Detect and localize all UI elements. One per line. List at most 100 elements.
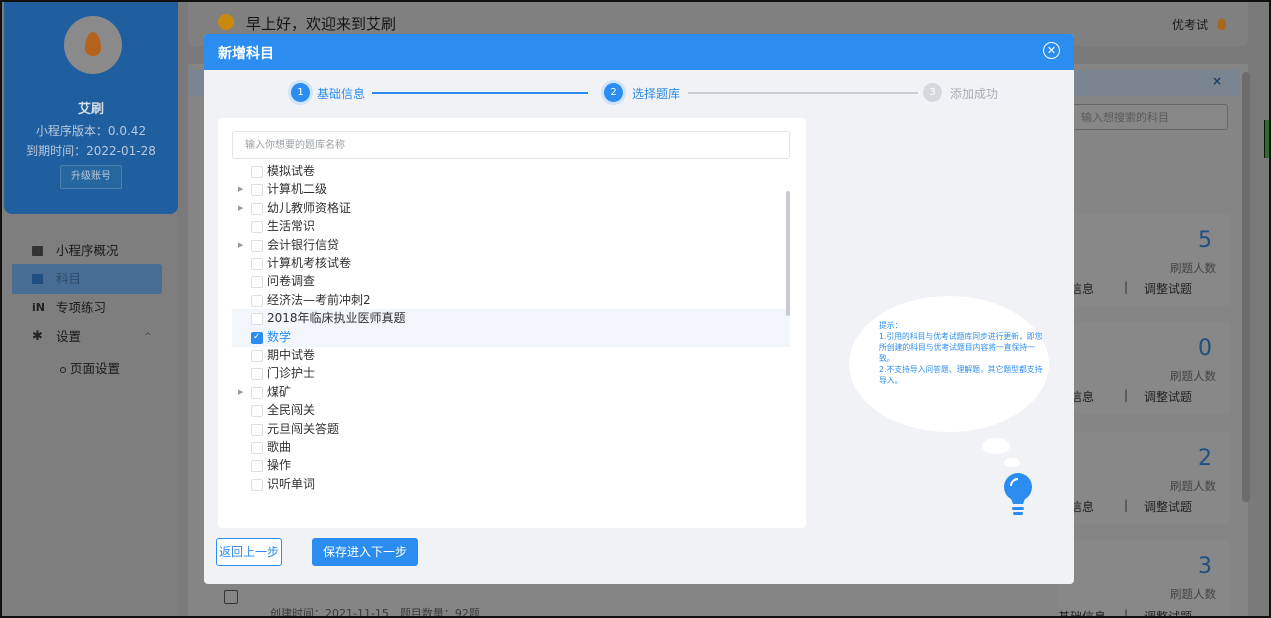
tree-node-checkbox[interactable] xyxy=(251,166,263,178)
monitor-icon xyxy=(32,246,43,256)
sidebar-item-label: 科目 xyxy=(56,271,82,286)
sidebar-item-overview[interactable]: 小程序概况 xyxy=(2,236,176,266)
bank-search-input[interactable]: 输入你想要的题库名称 xyxy=(232,131,790,159)
tree-node-label: 问卷调查 xyxy=(267,274,316,289)
subject-card: 0 刷题人数 础信息 | 调整试题 xyxy=(1058,322,1230,414)
tree-node[interactable]: 识听单词 xyxy=(232,475,790,494)
tree-node-checkbox[interactable] xyxy=(251,405,263,418)
tip-line: 提示： xyxy=(879,321,903,330)
close-icon[interactable]: × xyxy=(1212,74,1222,88)
tree-node[interactable]: 全民闯关 xyxy=(232,401,790,420)
tree-node-checkbox[interactable] xyxy=(251,478,263,491)
tree-node[interactable]: 生活常识 xyxy=(232,217,790,236)
tree-node-checkbox[interactable] xyxy=(251,313,263,326)
sidebar-item-settings[interactable]: ✱ 设置 ^ xyxy=(2,322,176,352)
app-version: 小程序版本：0.0.42 xyxy=(35,124,147,138)
step-3-label: 添加成功 xyxy=(950,87,999,101)
tree-node-checkbox[interactable] xyxy=(251,276,263,289)
tree-node-checkbox[interactable] xyxy=(251,202,263,215)
subject-search-input[interactable]: 输入想搜索的科目 xyxy=(1058,104,1228,130)
tree-node-checkbox[interactable] xyxy=(251,258,263,270)
learner-count-caption: 刷题人数 xyxy=(1170,587,1216,601)
save-next-button[interactable]: 保存进入下一步 xyxy=(312,538,418,566)
adjust-questions-link[interactable]: 调整试题 xyxy=(1144,498,1192,515)
learner-count: 2 xyxy=(1198,446,1212,471)
tree-node-checkbox[interactable] xyxy=(251,294,263,307)
tree-node-checkbox[interactable] xyxy=(251,350,263,362)
tree-node[interactable]: 模拟试卷 xyxy=(232,162,790,181)
tree-node-checkbox[interactable] xyxy=(251,386,263,399)
list-icon xyxy=(32,274,43,284)
sidebar-item-label: 小程序概况 xyxy=(56,243,119,258)
tree-node-checkbox[interactable] xyxy=(251,328,263,347)
tree-node-label: 数学 xyxy=(267,329,292,344)
tree-node[interactable]: ▶ 计算机二级 xyxy=(232,180,790,199)
adjust-questions-link[interactable]: 调整试题 xyxy=(1144,388,1192,405)
chart-bars-icon: iN xyxy=(32,301,45,314)
tree-node-checkbox[interactable] xyxy=(251,239,263,252)
adjust-questions-link[interactable]: 调整试题 xyxy=(1144,280,1192,297)
tree-node[interactable]: 期中试卷 xyxy=(232,346,790,365)
logo-leaf-icon xyxy=(85,32,101,56)
upgrade-account-button[interactable]: 升级账号 xyxy=(60,165,122,189)
subject-card: 5 刷题人数 础信息 | 调整试题 xyxy=(1058,214,1230,306)
step-2-indicator: 2 xyxy=(604,83,623,102)
tree-node[interactable]: 操作 xyxy=(232,456,790,475)
subject-card: 2 刷题人数 础信息 | 调整试题 xyxy=(1058,432,1230,524)
tree-node-checkbox[interactable] xyxy=(251,460,263,473)
step-3-indicator: 3 xyxy=(923,83,942,102)
tip-line: 2.不支持导入问答题、理解题，其它题型都支持导入。 xyxy=(879,365,1043,385)
sidebar-item-subject[interactable]: 科目 xyxy=(12,264,162,294)
tree-node-label: 门诊护士 xyxy=(267,366,316,381)
separator: | xyxy=(1124,388,1129,402)
tree-node-checkbox[interactable] xyxy=(251,423,263,436)
avatar xyxy=(64,16,122,74)
tree-node-label: 模拟试卷 xyxy=(267,164,316,178)
step-connector xyxy=(372,92,588,94)
sidebar-item-label: 专项练习 xyxy=(56,300,107,315)
adjust-questions-link[interactable]: 调整试题 xyxy=(1144,608,1192,616)
tree-node[interactable]: ▶ 幼儿教师资格证 xyxy=(232,199,790,218)
tree-node[interactable]: 元旦闯关答题 xyxy=(232,420,790,439)
caret-right-icon[interactable]: ▶ xyxy=(238,383,243,402)
tree-node-label: 元旦闯关答题 xyxy=(267,421,340,436)
caret-right-icon[interactable]: ▶ xyxy=(238,199,243,218)
tree-node-checkbox[interactable] xyxy=(251,442,263,454)
learner-count-caption: 刷题人数 xyxy=(1170,479,1216,493)
account-name[interactable]: 优考试 xyxy=(1172,16,1208,33)
tree-node-checkbox[interactable] xyxy=(251,184,263,197)
tree-node[interactable]: 经济法—考前冲刺2 xyxy=(232,291,790,310)
sidebar: 艾刷 小程序版本：0.0.42 到期时间：2022-01-28 升级账号 小程序… xyxy=(2,2,178,616)
tree-node-label: 歌曲 xyxy=(267,440,292,454)
page-scrollbar[interactable] xyxy=(1242,72,1250,502)
close-icon[interactable]: ✕ xyxy=(1043,42,1060,59)
sidebar-item-page-settings[interactable]: 页面设置 xyxy=(2,354,176,384)
basic-info-link[interactable]: 基础信息 xyxy=(1058,608,1106,616)
tree-node[interactable]: ▶ 煤矿 xyxy=(232,383,790,402)
sidebar-item-label: 设置 xyxy=(56,329,82,344)
tree-node[interactable]: 歌曲 xyxy=(232,438,790,457)
row-checkbox[interactable] xyxy=(224,590,238,604)
search-placeholder: 输入想搜索的科目 xyxy=(1081,111,1169,124)
tree-node-label: 生活常识 xyxy=(267,219,316,234)
tree-node-checkbox[interactable] xyxy=(251,221,263,234)
tree-node[interactable]: 计算机考核试卷 xyxy=(232,254,790,273)
bank-tree: 模拟试卷 ▶ 计算机二级 ▶ 幼儿教师资格证 生活常识 ▶ 会计银行信贷 计算机考核试卷 问卷调查… xyxy=(232,162,790,522)
screen: 艾刷 小程序版本：0.0.42 到期时间：2022-01-28 升级账号 小程序… xyxy=(0,0,1271,618)
tree-node[interactable]: 问卷调查 xyxy=(232,272,790,291)
sidebar-item-practice[interactable]: iN 专项练习 xyxy=(2,293,176,323)
caret-right-icon[interactable]: ▶ xyxy=(238,180,243,199)
step-1-indicator: 1 xyxy=(291,83,310,102)
separator: | xyxy=(1124,498,1129,512)
tree-node[interactable]: 2018年临床执业医师真题 xyxy=(232,309,790,329)
sun-icon xyxy=(218,14,234,30)
tree-node-label: 全民闯关 xyxy=(267,403,316,418)
caret-right-icon[interactable]: ▶ xyxy=(238,236,243,255)
tree-node-checkbox[interactable] xyxy=(251,368,263,381)
subject-card: 3 刷题人数 基础信息 | 调整试题 xyxy=(1058,540,1230,616)
tree-node[interactable]: 数学 xyxy=(232,327,790,347)
tree-node[interactable]: 门诊护士 xyxy=(232,364,790,383)
back-button[interactable]: 返回上一步 xyxy=(216,538,282,566)
tree-node[interactable]: ▶ 会计银行信贷 xyxy=(232,236,790,255)
tree-scrollbar[interactable] xyxy=(786,191,790,316)
